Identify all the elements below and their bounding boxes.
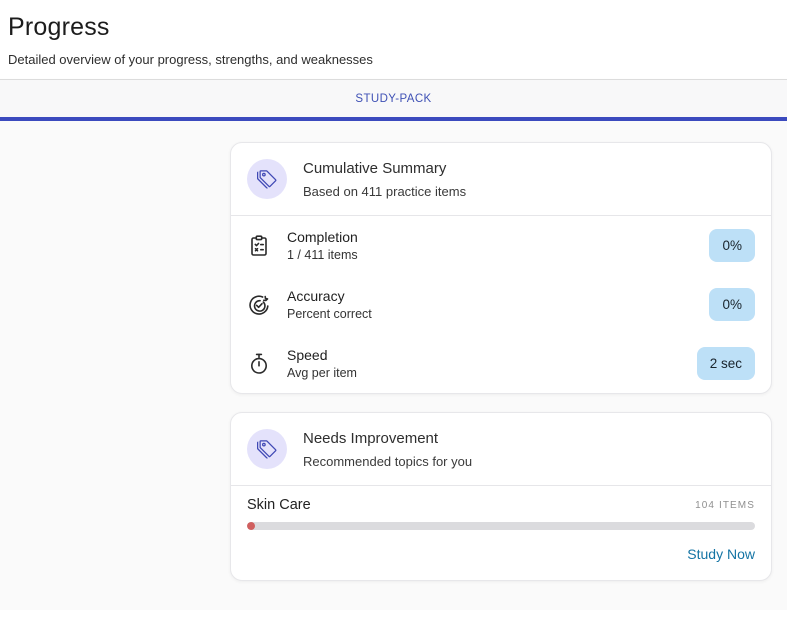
- cumulative-summary-card: Cumulative Summary Based on 411 practice…: [230, 142, 772, 394]
- needs-improvement-card: Needs Improvement Recommended topics for…: [230, 412, 772, 581]
- improvement-card-footer: Study Now: [231, 530, 771, 580]
- page-title: Progress: [8, 13, 779, 42]
- target-check-icon: [247, 293, 271, 317]
- metric-label: Completion: [287, 229, 358, 245]
- tab-bar: STUDY-PACK: [0, 80, 787, 117]
- metric-subtext: Percent correct: [287, 307, 372, 321]
- metric-label: Accuracy: [287, 288, 372, 304]
- topic-name: Skin Care: [247, 497, 311, 513]
- stopwatch-icon: [247, 352, 271, 376]
- topic-item-count: 104 ITEMS: [695, 500, 755, 511]
- page-header: Progress Detailed overview of your progr…: [0, 0, 787, 79]
- tags-icon: [247, 429, 287, 469]
- summary-card-subtitle: Based on 411 practice items: [303, 184, 466, 199]
- page-subtitle: Detailed overview of your progress, stre…: [8, 52, 779, 67]
- topic-progress-bar: [247, 522, 755, 530]
- topic-progress-fill: [247, 522, 255, 530]
- tags-icon: [247, 159, 287, 199]
- summary-card-header: Cumulative Summary Based on 411 practice…: [231, 143, 771, 215]
- metric-subtext: Avg per item: [287, 366, 357, 380]
- metric-subtext: 1 / 411 items: [287, 248, 358, 262]
- metric-row-accuracy: Accuracy Percent correct 0%: [231, 275, 771, 334]
- summary-card-title: Cumulative Summary: [303, 160, 466, 177]
- accuracy-value-badge: 0%: [709, 288, 755, 321]
- study-now-link[interactable]: Study Now: [687, 546, 755, 562]
- metric-label: Speed: [287, 347, 357, 363]
- speed-value-badge: 2 sec: [697, 347, 755, 380]
- tab-study-pack[interactable]: STUDY-PACK: [339, 83, 447, 115]
- metric-row-completion: Completion 1 / 411 items 0%: [231, 216, 771, 275]
- improvement-card-title: Needs Improvement: [303, 430, 472, 447]
- topic-row-skin-care: Skin Care 104 ITEMS: [231, 486, 771, 530]
- metric-row-speed: Speed Avg per item 2 sec: [231, 334, 771, 393]
- improvement-card-header: Needs Improvement Recommended topics for…: [231, 413, 771, 485]
- clipboard-check-icon: [247, 234, 271, 258]
- completion-value-badge: 0%: [709, 229, 755, 262]
- improvement-card-subtitle: Recommended topics for you: [303, 454, 472, 469]
- content-area: Cumulative Summary Based on 411 practice…: [0, 121, 787, 610]
